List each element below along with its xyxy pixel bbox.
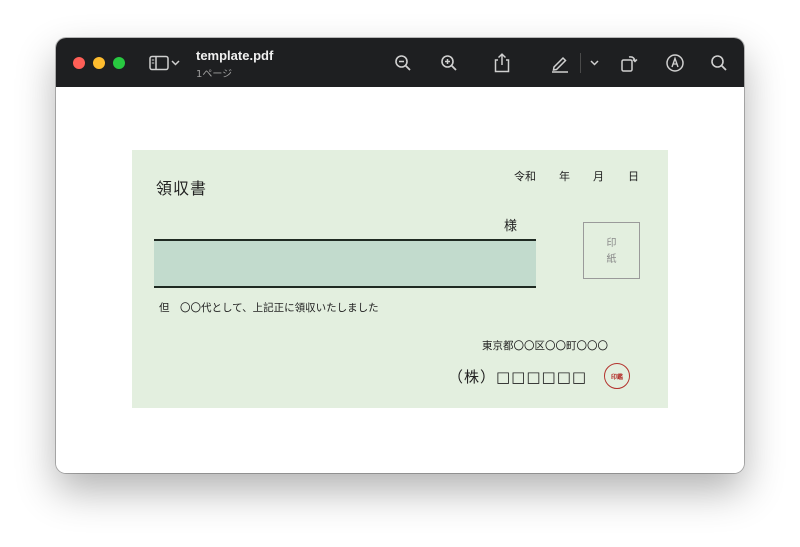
title-bar: template.pdf 1ページ	[56, 38, 744, 87]
sidebar-menu-chevron[interactable]	[168, 51, 182, 75]
rotate-button[interactable]	[617, 51, 641, 75]
search-icon	[711, 55, 727, 71]
minimize-window-button[interactable]	[93, 57, 105, 69]
date-month: 月	[593, 170, 604, 183]
share-button[interactable]	[490, 51, 514, 75]
document-title: template.pdf	[196, 48, 274, 63]
amount-field	[154, 241, 536, 286]
issuer-company: （株）□□□□□□	[448, 368, 588, 386]
markup-pen-icon	[552, 56, 568, 73]
receipt-note: 但 〇〇代として、上記正に領収いたしました	[159, 302, 379, 314]
date-year: 年	[559, 170, 570, 183]
receipt-title: 領収書	[156, 179, 208, 198]
markup-circle-icon	[666, 54, 684, 72]
share-icon	[494, 53, 510, 73]
company-seal: 印鑑	[604, 363, 630, 389]
sidebar-icon	[149, 55, 169, 71]
document-view[interactable]: 領収書 令和 年 月 日 様 印 紙 但 〇〇代として、上記正に領収いたしました…	[56, 87, 744, 473]
markup-menu-chevron[interactable]	[587, 51, 601, 75]
revenue-stamp-box: 印 紙	[583, 222, 640, 279]
preview-window: template.pdf 1ページ 領収書 令和 年 月 日 様 印 紙 但 〇…	[56, 38, 744, 473]
zoom-out-icon	[395, 55, 411, 71]
page-indicator: 1ページ	[196, 69, 233, 80]
toolbar-separator	[580, 53, 581, 73]
date-day: 日	[628, 170, 639, 183]
chevron-down-icon	[589, 60, 599, 66]
amount-bottom-rule	[154, 286, 536, 288]
stamp-label-1: 印	[606, 238, 617, 249]
stamp-label-2: 紙	[606, 254, 617, 265]
zoom-in-button[interactable]	[437, 51, 461, 75]
zoom-in-icon	[441, 55, 457, 71]
zoom-window-button[interactable]	[113, 57, 125, 69]
search-button[interactable]	[707, 51, 731, 75]
chevron-down-icon	[170, 60, 180, 66]
issuer-address: 東京都〇〇区〇〇町〇〇〇	[482, 340, 608, 352]
close-window-button[interactable]	[73, 57, 85, 69]
date-era: 令和	[514, 170, 536, 183]
markup-pen-button[interactable]	[548, 51, 572, 75]
zoom-out-button[interactable]	[391, 51, 415, 75]
receipt-page: 領収書 令和 年 月 日 様 印 紙 但 〇〇代として、上記正に領収いたしました…	[132, 150, 668, 408]
rotate-icon	[621, 56, 638, 72]
recipient-honorific: 様	[504, 219, 518, 234]
markup-toolbar-button[interactable]	[663, 51, 687, 75]
